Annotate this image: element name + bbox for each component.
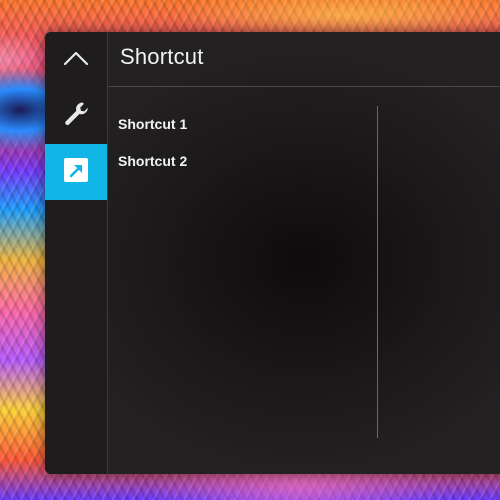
chevron-up-icon xyxy=(61,48,91,73)
page-title: Shortcut xyxy=(120,44,204,69)
rail-item-shortcut[interactable] xyxy=(45,144,107,200)
panel-header: Shortcut A xyxy=(108,32,500,87)
rail-item-settings[interactable] xyxy=(45,88,107,144)
side-rail xyxy=(45,32,108,474)
shortcut-arrow-icon xyxy=(62,156,90,189)
shortcut-list: Shortcut 1 Shortcut 2 xyxy=(118,114,187,188)
column-divider xyxy=(377,106,378,438)
list-item-shortcut-1[interactable]: Shortcut 1 xyxy=(118,114,187,151)
wrench-icon xyxy=(61,99,91,134)
list-item-shortcut-2[interactable]: Shortcut 2 xyxy=(118,151,187,188)
rail-item-collapse[interactable] xyxy=(45,32,107,88)
settings-panel: Shortcut A Shortcut 1 Shortcut 2 xyxy=(45,32,500,474)
